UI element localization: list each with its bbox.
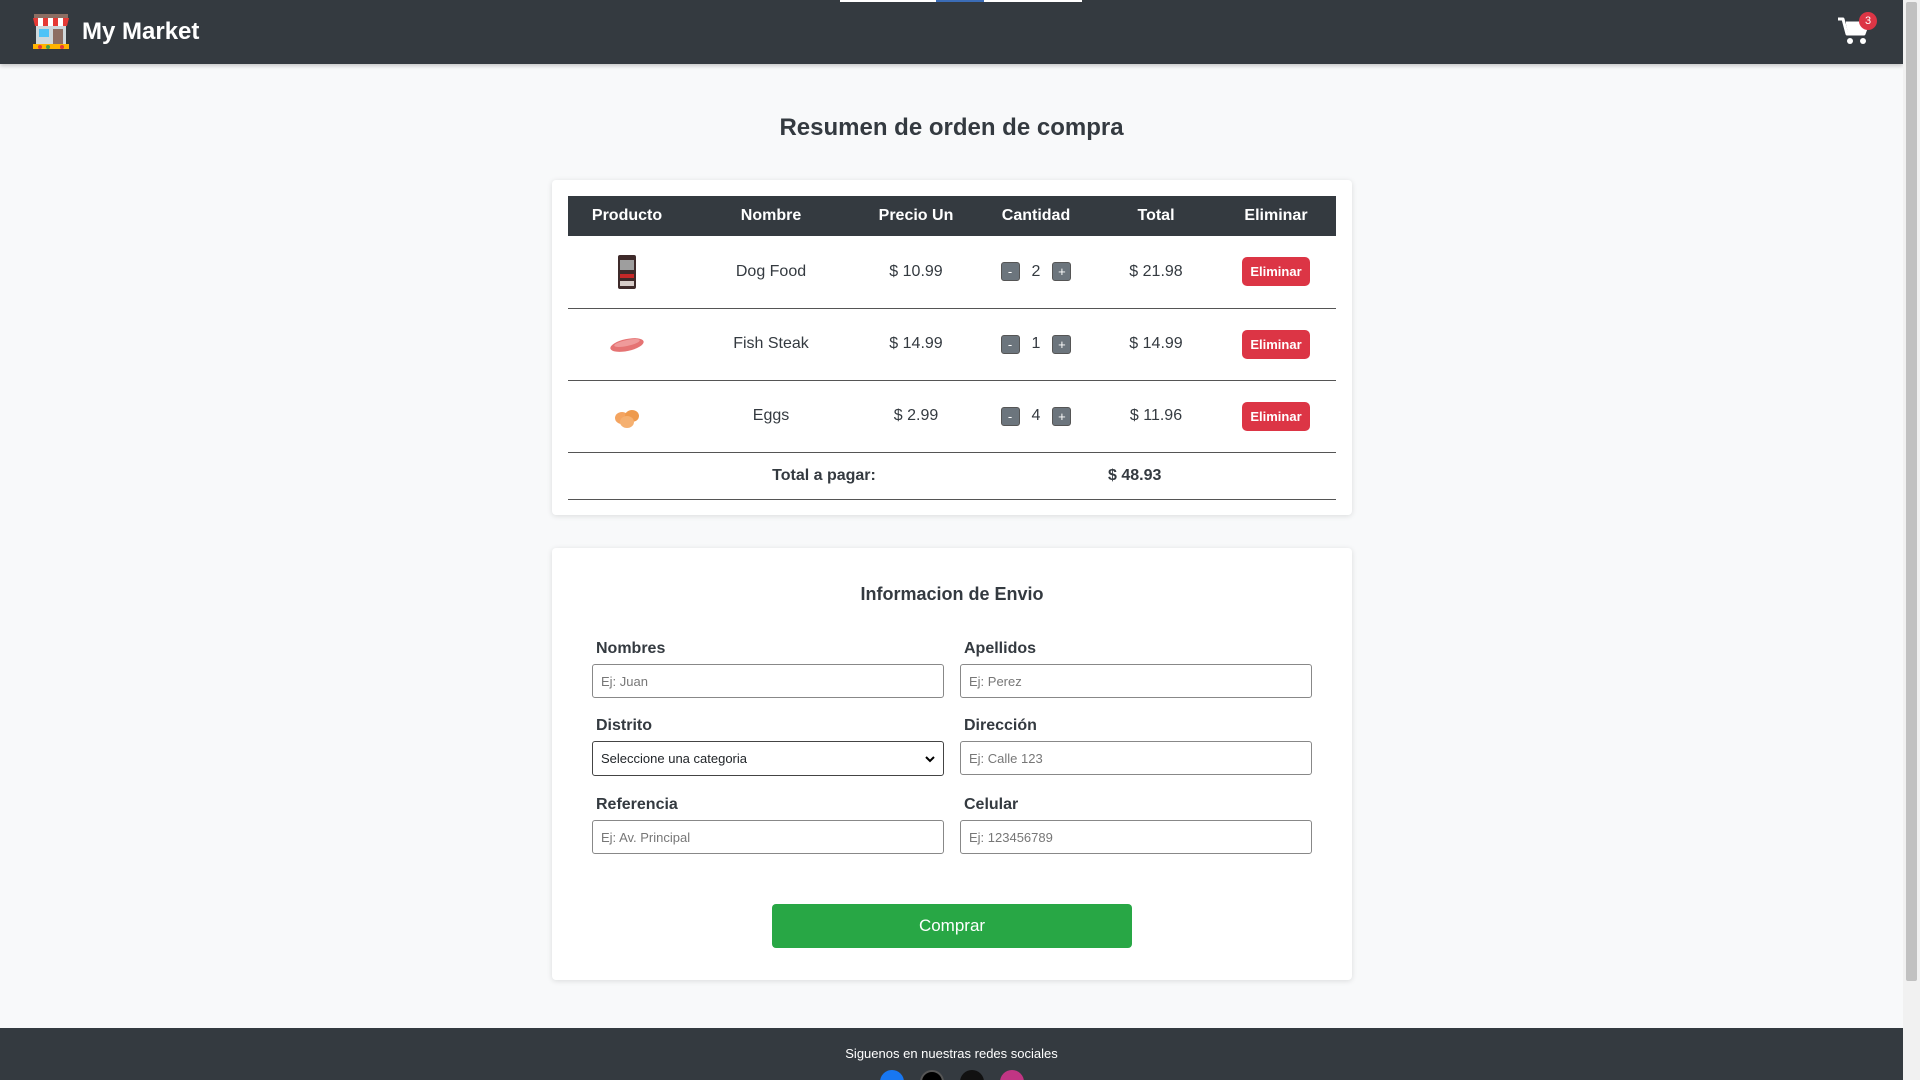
decrease-button[interactable]: -: [1000, 406, 1020, 426]
referencia-label: Referencia: [596, 796, 678, 813]
header-cantidad: Cantidad: [976, 196, 1096, 236]
quantity-cell: - 2 +: [976, 236, 1096, 309]
quantity-stepper: - 2 +: [1000, 262, 1072, 282]
distrito-selected-value: Seleccione una categoria: [601, 751, 747, 766]
direccion-field: Dirección Ej: Calle 123: [960, 717, 1312, 775]
nombres-input[interactable]: Ej: Juan: [592, 664, 944, 698]
market-stall-icon: [30, 12, 72, 52]
distrito-select[interactable]: Seleccione una categoria: [592, 741, 944, 776]
top-strip: [840, 0, 1082, 2]
product-image-cell: [568, 308, 686, 381]
apellidos-input[interactable]: Ej: Perez: [960, 664, 1312, 698]
tiktok-icon[interactable]: [960, 1070, 984, 1080]
decrease-button[interactable]: -: [1000, 334, 1020, 354]
apellidos-field: Apellidos Ej: Perez: [960, 640, 1312, 698]
product-name: Eggs: [686, 380, 856, 453]
brand[interactable]: My Market: [30, 12, 199, 52]
direccion-label: Dirección: [964, 717, 1037, 734]
product-price: $ 2.99: [856, 380, 976, 453]
shipping-title: Informacion de Envio: [860, 584, 1044, 604]
line-total: $ 11.96: [1096, 380, 1216, 453]
facebook-icon[interactable]: [880, 1070, 904, 1080]
quantity-value: 1: [1031, 335, 1041, 352]
increase-button[interactable]: +: [1052, 406, 1072, 426]
product-name: Dog Food: [686, 236, 856, 309]
total-value: $ 48.93: [1096, 452, 1216, 500]
increase-button[interactable]: +: [1052, 334, 1072, 354]
dog-food-image: [607, 252, 647, 292]
nombres-label: Nombres: [596, 640, 666, 657]
navbar: My Market 3: [0, 0, 1903, 64]
delete-button[interactable]: Eliminar: [1242, 401, 1310, 431]
quantity-stepper: - 4 +: [1000, 406, 1072, 426]
delete-cell: Eliminar: [1216, 236, 1336, 309]
quantity-stepper: - 1 +: [1000, 334, 1072, 354]
eggs-image: [607, 396, 647, 436]
order-summary-card: Producto Nombre Precio Un Cantidad Total…: [552, 180, 1352, 515]
decrease-button[interactable]: -: [1000, 262, 1020, 282]
social-links: [880, 1070, 1024, 1080]
scrollbar[interactable]: [1903, 0, 1920, 1080]
product-name: Fish Steak: [686, 308, 856, 381]
table-row: Fish Steak $ 14.99 - 1 + $ 14.99 Elimina…: [568, 308, 1336, 381]
delete-cell: Eliminar: [1216, 308, 1336, 381]
cart-count-badge: 3: [1859, 12, 1877, 30]
increase-button[interactable]: +: [1052, 262, 1072, 282]
footer-text: Siguenos en nuestras redes sociales: [845, 1046, 1058, 1061]
total-row: Total a pagar: $ 48.93: [568, 452, 1336, 500]
instagram-icon[interactable]: [1000, 1070, 1024, 1080]
quantity-cell: - 1 +: [976, 308, 1096, 381]
header-producto: Producto: [568, 196, 686, 236]
total-label: Total a pagar:: [568, 452, 1096, 500]
page-title: Resumen de orden de compra: [779, 114, 1124, 141]
celular-field: Celular Ej: 123456789: [960, 796, 1312, 854]
table-row: Dog Food $ 10.99 - 2 + $ 21.98 Eliminar: [568, 236, 1336, 309]
referencia-input[interactable]: Ej: Av. Principal: [592, 820, 944, 854]
line-total: $ 21.98: [1096, 236, 1216, 309]
buy-button[interactable]: Comprar: [772, 904, 1132, 948]
delete-button[interactable]: Eliminar: [1242, 329, 1310, 359]
product-price: $ 14.99: [856, 308, 976, 381]
header-nombre: Nombre: [686, 196, 856, 236]
celular-label: Celular: [964, 796, 1019, 813]
quantity-cell: - 4 +: [976, 380, 1096, 453]
product-image-cell: [568, 236, 686, 309]
product-price: $ 10.99: [856, 236, 976, 309]
header-eliminar: Eliminar: [1216, 196, 1336, 236]
distrito-label: Distrito: [596, 717, 652, 734]
x-icon[interactable]: [920, 1070, 944, 1080]
order-table: Producto Nombre Precio Un Cantidad Total…: [568, 196, 1336, 500]
header-precio: Precio Un: [856, 196, 976, 236]
celular-input[interactable]: Ej: 123456789: [960, 820, 1312, 854]
chevron-down-icon: [925, 755, 935, 762]
table-header-row: Producto Nombre Precio Un Cantidad Total…: [568, 196, 1336, 236]
scrollbar-thumb[interactable]: [1906, 2, 1917, 981]
quantity-value: 2: [1031, 262, 1041, 280]
line-total: $ 14.99: [1096, 308, 1216, 381]
direccion-input[interactable]: Ej: Calle 123: [960, 741, 1312, 775]
distrito-field: Distrito Seleccione una categoria: [592, 717, 944, 776]
header-total: Total: [1096, 196, 1216, 236]
delete-button[interactable]: Eliminar: [1242, 257, 1310, 287]
shipping-card: Informacion de Envio Nombres Ej: Juan Ap…: [552, 548, 1352, 980]
delete-cell: Eliminar: [1216, 380, 1336, 453]
cart-button[interactable]: 3: [1837, 12, 1877, 46]
fish-steak-image: [607, 324, 647, 364]
nombres-field: Nombres Ej: Juan: [592, 640, 944, 698]
apellidos-label: Apellidos: [964, 640, 1037, 657]
table-row: Eggs $ 2.99 - 4 + $ 11.96 Eliminar: [568, 380, 1336, 453]
quantity-value: 4: [1031, 407, 1041, 424]
brand-title: My Market: [82, 18, 200, 45]
referencia-field: Referencia Ej: Av. Principal: [592, 796, 944, 854]
viewport: My Market 3 Resumen de orden de compra P…: [0, 0, 1903, 1080]
product-image-cell: [568, 380, 686, 453]
footer: Siguenos en nuestras redes sociales: [0, 1028, 1903, 1080]
